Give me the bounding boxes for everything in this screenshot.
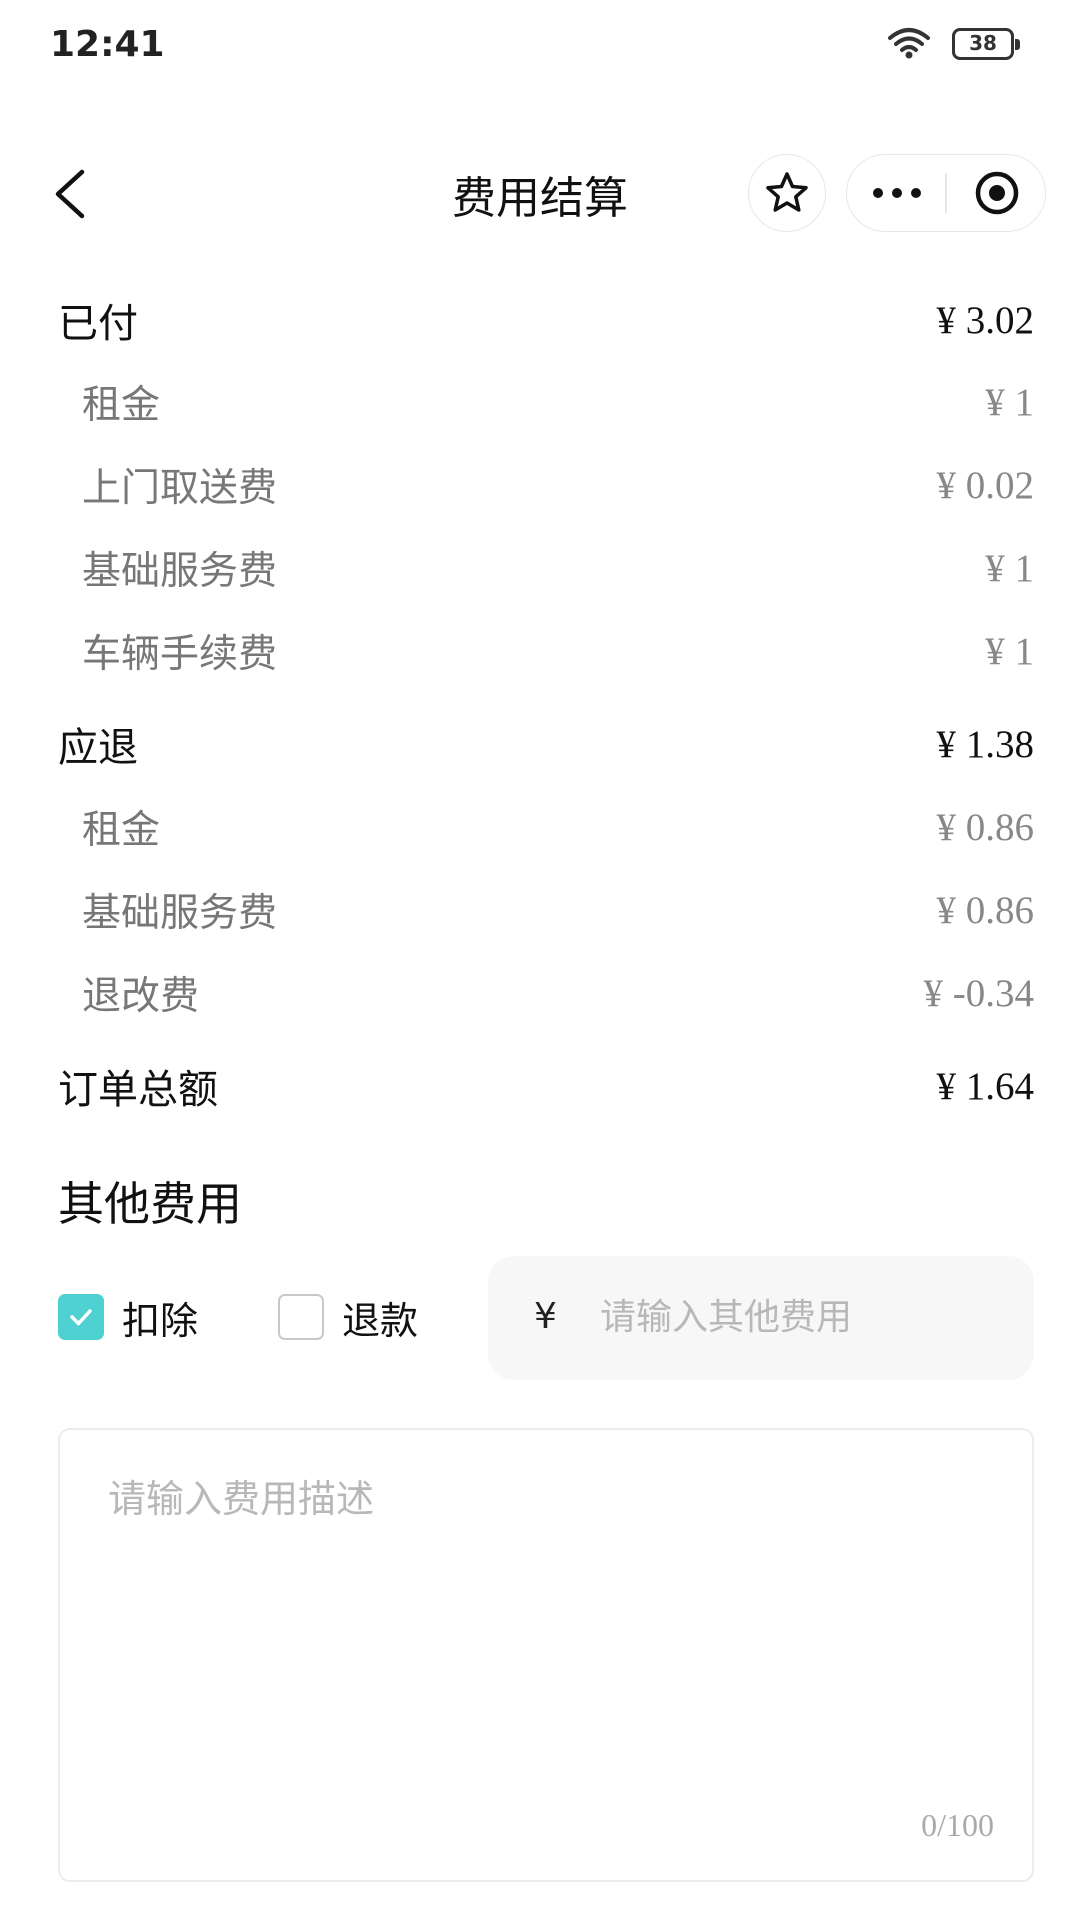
paid-amount: ¥ 3.02	[936, 298, 1035, 342]
paid-item-vehicle-handling: 车辆手续费 ¥ 1	[82, 621, 1034, 681]
deduct-checkbox[interactable]	[58, 1294, 104, 1340]
fee-item-amount: ¥ 0.02	[936, 463, 1035, 507]
paid-item-rent: 租金 ¥ 1	[82, 372, 1034, 432]
order-total-amount: ¥ 1.64	[936, 1064, 1035, 1108]
paid-item-pickup-delivery: 上门取送费 ¥ 0.02	[82, 455, 1034, 515]
paid-label: 已付	[58, 301, 138, 347]
fee-item-label: 退改费	[82, 974, 200, 1019]
refund-option[interactable]: 退款	[278, 1292, 419, 1343]
close-miniprogram-button[interactable]	[957, 155, 1037, 231]
battery-indicator: 38	[952, 28, 1020, 60]
status-time: 12:41	[50, 24, 165, 65]
refund-item-change-fee: 退改费 ¥ -0.34	[82, 963, 1034, 1023]
checkmark-icon	[70, 1309, 92, 1326]
fee-item-amount: ¥ 1	[985, 380, 1034, 424]
target-circle-icon	[975, 171, 1019, 215]
refund-row: 应退 ¥ 1.38	[58, 714, 1034, 774]
capsule-menu	[846, 154, 1046, 232]
more-button[interactable]	[857, 155, 937, 231]
refund-option-label: 退款	[342, 1298, 419, 1343]
paid-row: 已付 ¥ 3.02	[58, 290, 1034, 350]
other-fees-title: 其他费用	[58, 1177, 242, 1231]
currency-symbol: ¥	[534, 1296, 557, 1337]
fee-item-label: 租金	[82, 383, 161, 428]
fee-item-amount: ¥ 1	[985, 629, 1034, 673]
fee-item-label: 租金	[82, 808, 161, 853]
order-total-label: 订单总额	[58, 1067, 218, 1113]
deduct-label: 扣除	[122, 1298, 199, 1343]
refund-label: 应退	[58, 725, 138, 771]
fee-item-label: 车辆手续费	[82, 632, 278, 677]
capsule-divider	[945, 173, 947, 213]
fee-item-label: 上门取送费	[82, 466, 278, 511]
fee-item-label: 基础服务费	[82, 549, 278, 594]
fee-item-label: 基础服务费	[82, 891, 278, 936]
star-icon	[766, 172, 808, 212]
refund-item-rent: 租金 ¥ 0.86	[82, 797, 1034, 857]
fee-item-amount: ¥ 0.86	[936, 805, 1035, 849]
refund-item-basic-service: 基础服务费 ¥ 0.86	[82, 880, 1034, 940]
refund-amount: ¥ 1.38	[936, 722, 1035, 766]
deduct-option[interactable]: 扣除	[58, 1292, 199, 1343]
more-dots-icon	[873, 188, 921, 198]
order-total-row: 订单总额 ¥ 1.64	[58, 1056, 1034, 1116]
paid-item-basic-service: 基础服务费 ¥ 1	[82, 538, 1034, 598]
char-counter: 0/100	[921, 1807, 994, 1843]
other-fee-amount-input[interactable]	[598, 1286, 1002, 1348]
fee-description-input[interactable]	[106, 1466, 990, 1790]
nav-bar: 费用结算	[0, 140, 1080, 244]
wifi-icon	[886, 24, 932, 64]
favorite-button[interactable]	[748, 154, 826, 232]
other-fee-amount-box: ¥	[488, 1256, 1034, 1380]
status-bar: 12:41 38	[0, 0, 1080, 96]
fee-item-amount: ¥ -0.34	[923, 971, 1035, 1015]
fee-item-amount: ¥ 0.86	[936, 888, 1035, 932]
refund-checkbox[interactable]	[278, 1294, 324, 1340]
fee-item-amount: ¥ 1	[985, 546, 1034, 590]
fee-description-box: 0/100	[58, 1428, 1034, 1882]
